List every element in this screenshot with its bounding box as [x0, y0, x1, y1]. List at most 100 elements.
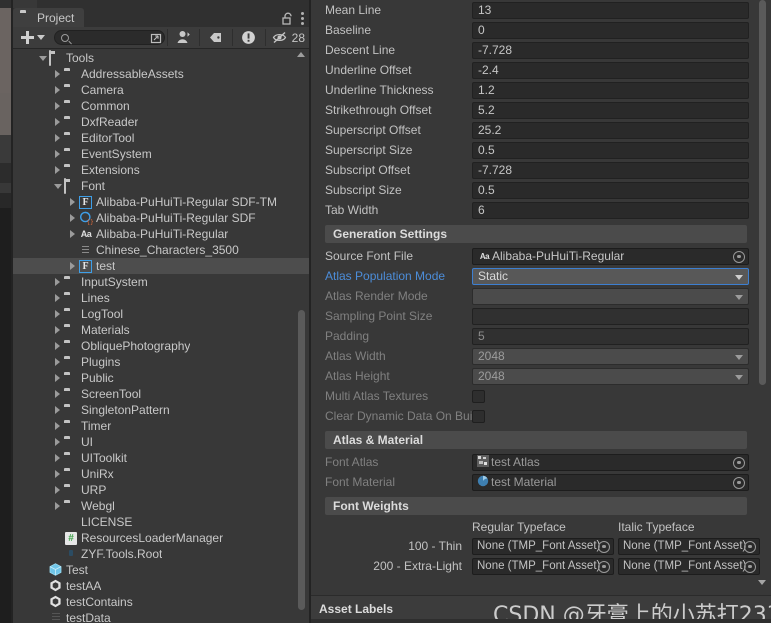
tree-expand-arrow[interactable]: [51, 434, 64, 450]
tree-expand-arrow[interactable]: [51, 178, 64, 194]
tree-item-plugins[interactable]: Plugins: [13, 354, 309, 370]
tree-expand-arrow[interactable]: [51, 370, 64, 386]
object-picker-icon[interactable]: [598, 540, 610, 553]
tree-expand-arrow[interactable]: [66, 194, 79, 210]
object-field-italic-typeface[interactable]: None (TMP_Font Asset): [618, 537, 760, 555]
tree-expand-arrow[interactable]: [51, 114, 64, 130]
tree-item-logtool[interactable]: LogTool: [13, 306, 309, 322]
tree-expand-arrow[interactable]: [51, 482, 64, 498]
tab-project[interactable]: Project: [13, 8, 85, 27]
property-value-field[interactable]: 1.2: [472, 81, 749, 99]
project-asset-tree[interactable]: Tools AddressableAssets Camera Common DxfRea…: [13, 50, 309, 623]
tree-item-webgl[interactable]: Webgl: [13, 498, 309, 514]
tree-item-singletonpattern[interactable]: SingletonPattern: [13, 402, 309, 418]
property-value-field[interactable]: -2.4: [472, 61, 749, 79]
dropdown-atlas-population-mode[interactable]: Static: [472, 267, 749, 285]
object-picker-icon[interactable]: [733, 250, 745, 263]
search-input[interactable]: [73, 31, 152, 44]
tree-item-tools[interactable]: Tools: [13, 50, 309, 66]
tree-item-eventsystem[interactable]: EventSystem: [13, 146, 309, 162]
tree-item-test[interactable]: Test: [13, 562, 309, 578]
tree-item-ui[interactable]: UI: [13, 434, 309, 450]
tree-scrollbar[interactable]: [296, 52, 307, 623]
tree-expand-arrow[interactable]: [51, 82, 64, 98]
tree-expand-arrow[interactable]: [51, 354, 64, 370]
property-value-field[interactable]: 0.5: [472, 141, 749, 159]
property-value-field[interactable]: 5.2: [472, 101, 749, 119]
lock-open-icon[interactable]: [282, 12, 292, 25]
tag-icon[interactable]: [202, 27, 230, 49]
scroll-up-arrow-icon[interactable]: [297, 52, 305, 57]
tree-expand-arrow[interactable]: [51, 146, 64, 162]
object-field-regular-typeface[interactable]: None (TMP_Font Asset): [472, 557, 614, 575]
tree-item-alibaba-puhuiti-regular[interactable]: Aa Alibaba-PuHuiTi-Regular: [13, 226, 309, 242]
tree-item-testcontains[interactable]: testContains: [13, 594, 309, 610]
tree-item-zyf-tools-root[interactable]: ZYF.Tools.Root: [13, 546, 309, 562]
tree-expand-arrow[interactable]: [51, 338, 64, 354]
tree-item-testdata[interactable]: testData: [13, 610, 309, 623]
property-value-field[interactable]: 0: [472, 21, 749, 39]
property-value-field[interactable]: 13: [472, 1, 749, 19]
tree-expand-arrow[interactable]: [36, 50, 49, 66]
property-value-field[interactable]: 25.2: [472, 121, 749, 139]
tree-expand-arrow[interactable]: [51, 450, 64, 466]
scroll-down-arrow-icon[interactable]: [758, 580, 766, 585]
inspector-scrollbar-thumb[interactable]: [759, 0, 766, 385]
tree-item-unirx[interactable]: UniRx: [13, 466, 309, 482]
hidden-assets-counter[interactable]: 28: [268, 27, 309, 49]
object-picker-icon[interactable]: [598, 560, 610, 573]
tree-expand-arrow[interactable]: [66, 258, 79, 274]
tree-expand-arrow[interactable]: [51, 466, 64, 482]
tree-item-extensions[interactable]: Extensions: [13, 162, 309, 178]
tree-expand-arrow[interactable]: [51, 322, 64, 338]
tree-expand-arrow[interactable]: [51, 98, 64, 114]
tree-item-chinese-characters-3500[interactable]: Chinese_Characters_3500: [13, 242, 309, 258]
tree-item-addressableassets[interactable]: AddressableAssets: [13, 66, 309, 82]
tree-item-editortool[interactable]: EditorTool: [13, 130, 309, 146]
tree-item-test[interactable]: Ftest: [13, 258, 309, 274]
tree-item-dxfreader[interactable]: DxfReader: [13, 114, 309, 130]
tree-item-obliquephotography[interactable]: ObliquePhotography: [13, 338, 309, 354]
kebab-menu-icon[interactable]: [301, 11, 305, 25]
tree-item-testaa[interactable]: testAA: [13, 578, 309, 594]
object-field-source-font-file[interactable]: Aa Alibaba-PuHuiTi-Regular: [472, 247, 749, 265]
inspector-scrollbar[interactable]: [757, 0, 768, 595]
tree-expand-arrow[interactable]: [51, 162, 64, 178]
create-asset-button[interactable]: [13, 27, 52, 49]
tree-item-lines[interactable]: Lines: [13, 290, 309, 306]
tree-expand-arrow[interactable]: [51, 306, 64, 322]
tree-item-public[interactable]: Public: [13, 370, 309, 386]
object-picker-icon[interactable]: [744, 560, 756, 573]
tree-item-alibaba-puhuiti-regular-sdf-tm[interactable]: F Alibaba-PuHuiTi-Regular SDF-TM: [13, 194, 309, 210]
exclamation-icon[interactable]: [235, 27, 263, 49]
tree-item-license[interactable]: LICENSE: [13, 514, 309, 530]
tree-expand-arrow[interactable]: [51, 66, 64, 82]
tree-item-screentool[interactable]: ScreenTool: [13, 386, 309, 402]
tree-expand-arrow[interactable]: [51, 402, 64, 418]
tree-item-materials[interactable]: Materials: [13, 322, 309, 338]
tree-item-camera[interactable]: Camera: [13, 82, 309, 98]
object-picker-icon[interactable]: [744, 540, 756, 553]
tree-item-uitoolkit[interactable]: UIToolkit: [13, 450, 309, 466]
tree-item-resourcesloadermanager[interactable]: # ResourcesLoaderManager: [13, 530, 309, 546]
tree-item-urp[interactable]: URP: [13, 482, 309, 498]
property-value-field[interactable]: 6: [472, 201, 749, 219]
search-expand-icon[interactable]: [150, 32, 162, 44]
tree-item-font[interactable]: Font: [13, 178, 309, 194]
property-value-field[interactable]: -7.728: [472, 161, 749, 179]
tree-expand-arrow[interactable]: [66, 210, 79, 226]
tree-scrollbar-thumb[interactable]: [298, 310, 305, 610]
object-field-italic-typeface[interactable]: None (TMP_Font Asset): [618, 557, 760, 575]
tree-expand-arrow[interactable]: [51, 130, 64, 146]
tree-expand-arrow[interactable]: [51, 498, 64, 514]
tree-item-alibaba-puhuiti-regular-sdf[interactable]: {}Alibaba-PuHuiTi-Regular SDF: [13, 210, 309, 226]
tree-item-inputsystem[interactable]: InputSystem: [13, 274, 309, 290]
search-input-wrapper[interactable]: [54, 30, 165, 45]
tree-expand-arrow[interactable]: [51, 290, 64, 306]
avatar-filter-icon[interactable]: [170, 27, 198, 49]
tree-item-timer[interactable]: Timer: [13, 418, 309, 434]
tree-expand-arrow[interactable]: [51, 274, 64, 290]
tree-expand-arrow[interactable]: [51, 386, 64, 402]
object-field-regular-typeface[interactable]: None (TMP_Font Asset): [472, 537, 614, 555]
tree-expand-arrow[interactable]: [66, 226, 79, 242]
